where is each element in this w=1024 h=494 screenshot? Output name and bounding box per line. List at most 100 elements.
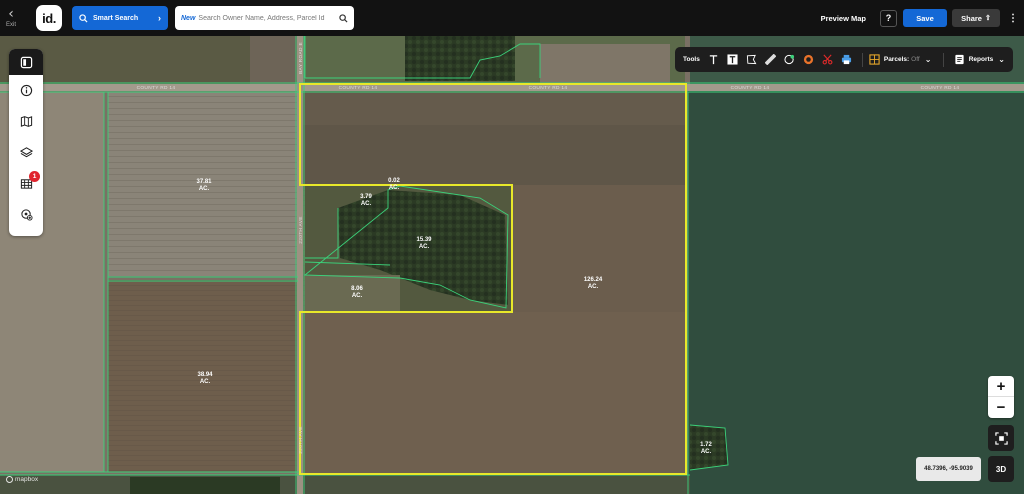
parcels-grid-icon xyxy=(869,54,880,65)
mapbox-logo-icon xyxy=(6,476,13,483)
more-menu-icon[interactable]: ⋮ xyxy=(1008,13,1018,24)
left-toolbar: 1 xyxy=(9,49,43,236)
new-tag: New xyxy=(181,14,196,22)
chevron-right-icon: › xyxy=(158,13,161,23)
print-tool-button[interactable] xyxy=(841,54,852,65)
text-box-tool-button[interactable] xyxy=(727,54,738,65)
buffer-tool-button[interactable] xyxy=(803,54,814,65)
help-button[interactable]: ? xyxy=(880,9,897,27)
parcel-acres: 8.06 xyxy=(351,286,363,292)
chevron-down-icon: ⌄ xyxy=(924,55,932,64)
parcel-unit: AC. xyxy=(352,293,363,299)
parcels-label: Parcels: xyxy=(883,56,910,63)
top-bar: ‹ Exit id. Smart Search › New Search Own… xyxy=(0,0,1024,36)
parcel-acres: 37.81 xyxy=(196,179,212,185)
map-button[interactable] xyxy=(9,106,43,137)
search-icon xyxy=(79,13,88,23)
parcel-acres: 15.39 xyxy=(416,237,432,243)
road-label: COUNTY RD 14 xyxy=(529,85,568,91)
zoom-out-button[interactable]: − xyxy=(988,397,1014,418)
text-tool-button[interactable] xyxy=(708,54,719,65)
text-icon xyxy=(709,55,718,65)
app-logo[interactable]: id. xyxy=(36,5,62,31)
parcel-acres: 126.24 xyxy=(584,277,603,283)
smart-search-label: Smart Search xyxy=(93,14,139,22)
measure-tool-button[interactable] xyxy=(764,54,776,65)
parcel-unit: AC. xyxy=(588,284,599,290)
zoom-in-button[interactable]: + xyxy=(988,376,1014,397)
preview-map-link[interactable]: Preview Map xyxy=(821,14,866,23)
scissors-icon xyxy=(822,54,833,65)
chevron-left-icon: ‹ xyxy=(8,6,14,22)
data-layers-button[interactable]: 1 xyxy=(9,168,43,199)
smart-search-button[interactable]: Smart Search › xyxy=(72,6,168,30)
map-icon xyxy=(20,116,32,127)
toolbar-divider xyxy=(943,52,945,67)
location-add-icon xyxy=(20,209,33,221)
top-actions: Preview Map ? Save Share ⇧ ⋮ xyxy=(821,9,1024,27)
layers-button[interactable] xyxy=(9,137,43,168)
panel-toggle-button[interactable] xyxy=(9,49,43,75)
parcel-acres: 3.79 xyxy=(360,194,372,200)
app-root: ‹ Exit id. Smart Search › New Search Own… xyxy=(0,0,1024,494)
ruler-icon xyxy=(764,54,776,65)
three-d-toggle[interactable]: 3D xyxy=(988,456,1014,482)
mapbox-label: mapbox xyxy=(15,476,39,483)
exit-button[interactable]: ‹ Exit xyxy=(0,0,22,36)
search-input[interactable]: New Search Owner Name, Address, Parcel I… xyxy=(175,6,354,30)
share-label: Share xyxy=(961,13,982,23)
reports-icon xyxy=(954,54,965,65)
exit-label: Exit xyxy=(5,22,16,28)
parcel-unit: AC. xyxy=(199,186,210,192)
map-canvas[interactable]: COUNTY RD 14 COUNTY RD 14 COUNTY RD 14 C… xyxy=(0,36,1024,494)
recenter-button[interactable] xyxy=(988,425,1014,451)
reports-label: Reports xyxy=(968,56,994,63)
layers-icon xyxy=(19,147,33,158)
text-box-icon xyxy=(727,54,738,65)
panel-toggle-icon xyxy=(20,56,32,68)
search-placeholder: Search Owner Name, Address, Parcel Id xyxy=(198,14,325,22)
toolbar-divider xyxy=(861,52,863,67)
mapbox-attribution[interactable]: mapbox xyxy=(6,476,38,483)
parcel-unit: AC. xyxy=(389,185,400,191)
satellite-map[interactable]: COUNTY RD 14 COUNTY RD 14 COUNTY RD 14 C… xyxy=(0,36,1024,494)
coordinates-readout: 48.7396, -95.9039 xyxy=(916,457,981,481)
zoom-controls: + − xyxy=(988,376,1014,418)
cut-tool-button[interactable] xyxy=(822,54,833,65)
tools-label: Tools xyxy=(683,56,700,63)
add-location-button[interactable] xyxy=(9,199,43,230)
search-icon[interactable] xyxy=(339,13,348,23)
save-button[interactable]: Save xyxy=(903,9,947,27)
parcels-state: Off xyxy=(911,56,920,63)
parcels-toggle[interactable]: Parcels: Off ⌄ xyxy=(869,54,932,65)
road-label: COUNTY RD 14 xyxy=(731,85,770,91)
road-label: COUNTY RD 14 xyxy=(921,85,960,91)
road-label: COUNTY RD 14 xyxy=(137,85,176,91)
focus-frame-icon xyxy=(994,431,1008,445)
info-button[interactable] xyxy=(9,75,43,106)
print-icon xyxy=(841,54,851,65)
chevron-down-icon: ⌄ xyxy=(998,55,1005,64)
info-icon xyxy=(20,84,32,97)
road-label: 220TH AVE xyxy=(298,216,304,243)
road-label: 220TH AVE xyxy=(298,426,304,453)
globe-pin-icon xyxy=(784,54,794,65)
share-button[interactable]: Share ⇧ xyxy=(952,9,1000,27)
road-label: BAY ROAD E xyxy=(298,42,304,74)
parcel-acres: 38.94 xyxy=(197,372,213,378)
share-icon: ⇧ xyxy=(984,15,991,22)
parcel-unit: AC. xyxy=(419,244,430,250)
parcel-unit: AC. xyxy=(701,449,712,455)
polygon-tool-button[interactable] xyxy=(746,54,757,65)
parcel-unit: AC. xyxy=(361,201,372,207)
polygon-draw-icon xyxy=(746,54,757,65)
notification-badge: 1 xyxy=(29,171,40,182)
parcel-acres: 0.02 xyxy=(388,178,400,184)
buffer-icon xyxy=(803,54,813,65)
parcel-acres: 1.72 xyxy=(700,442,712,448)
reports-dropdown[interactable]: Reports ⌄ xyxy=(954,54,1005,65)
parcel-unit: AC. xyxy=(200,379,211,385)
road-label: COUNTY RD 14 xyxy=(339,85,378,91)
location-tool-button[interactable] xyxy=(784,54,795,65)
tools-bar: Tools Parcels: Off ⌄ Reports ⌄ xyxy=(675,47,1013,72)
